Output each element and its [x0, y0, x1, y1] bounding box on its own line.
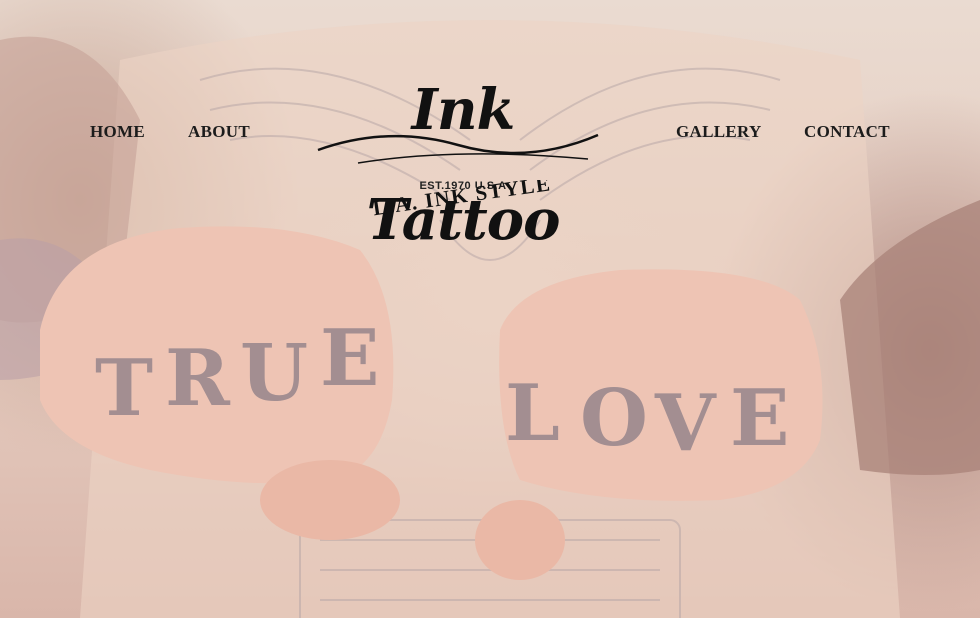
knuckle-letter: R	[165, 333, 231, 424]
knuckle-letter: E	[730, 373, 789, 464]
nav-home-link[interactable]: HOME	[90, 122, 145, 142]
knuckle-letter: T	[95, 343, 153, 434]
knuckle-letter: V	[654, 378, 717, 469]
nav-contact-link[interactable]: CONTACT	[804, 122, 890, 142]
hero-section: T R U E L O V E HOME ABOUT GALLERY CONTA…	[0, 0, 980, 618]
nav-about-link[interactable]: ABOUT	[188, 122, 250, 142]
logo-style-arc: L.A. INK STYLE	[371, 180, 552, 220]
knuckle-letter: U	[240, 328, 308, 419]
logo-style-text: L.A. INK STYLE	[371, 180, 552, 220]
site-logo[interactable]: Ink Tattoo EST.1970 U.S.A L.A. INK STYLE	[298, 55, 628, 253]
knuckle-letter: E	[320, 313, 379, 404]
knuckle-letter: L	[505, 368, 560, 459]
nav-gallery-link[interactable]: GALLERY	[676, 122, 762, 142]
knuckle-letter: O	[580, 373, 648, 464]
